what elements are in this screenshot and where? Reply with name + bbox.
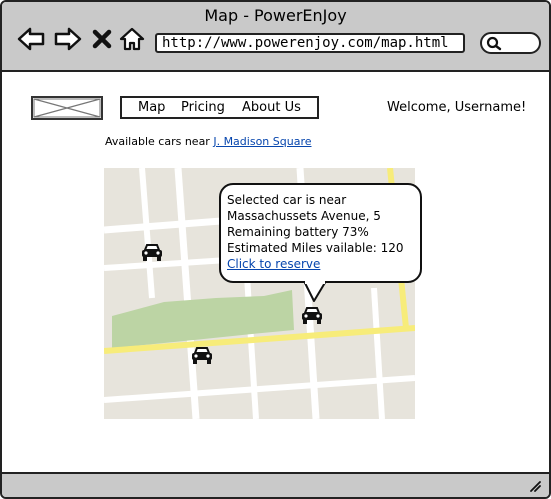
reserve-link[interactable]: Click to reserve [227,257,320,271]
selected-car-marker[interactable] [300,305,324,325]
resize-grip-icon[interactable] [529,480,541,492]
search-input[interactable] [480,32,541,54]
nav-pricing-link[interactable]: Pricing [181,100,225,115]
forward-arrow-icon[interactable] [54,26,82,52]
car-info-callout: Selected car is near Massachussets Avenu… [219,183,422,283]
nav-about-link[interactable]: About Us [242,100,301,115]
callout-pointer [303,281,327,302]
title-bar: Map - PowerEnJoy http://www.powerenjoy.c… [2,2,549,72]
window-title: Map - PowerEnJoy [204,6,347,25]
location-link[interactable]: J. Madison Square [213,135,311,148]
car-marker[interactable] [140,242,164,262]
logo-placeholder[interactable] [31,96,103,120]
callout-miles: Estimated Miles vailable: 120 [227,241,404,255]
back-arrow-icon[interactable] [17,26,45,52]
status-bar [2,472,549,497]
available-cars-text: Available cars near J. Madison Square [105,135,312,148]
browser-window: Map - PowerEnJoy http://www.powerenjoy.c… [0,0,551,499]
callout-location-heading: Selected car is near [227,193,347,207]
available-cars-prefix: Available cars near [105,135,210,148]
home-icon[interactable] [119,26,145,52]
car-marker[interactable] [190,345,214,365]
search-icon [486,36,502,51]
url-field[interactable]: http://www.powerenjoy.com/map.html [155,33,465,53]
close-icon[interactable] [91,26,113,52]
callout-address: Massachussets Avenue, 5 [227,209,381,223]
nav-map-link[interactable]: Map [138,100,165,115]
welcome-message: Welcome, Username! [387,100,527,115]
main-nav: Map Pricing About Us [120,96,319,119]
callout-battery: Remaining battery 73% [227,225,369,239]
